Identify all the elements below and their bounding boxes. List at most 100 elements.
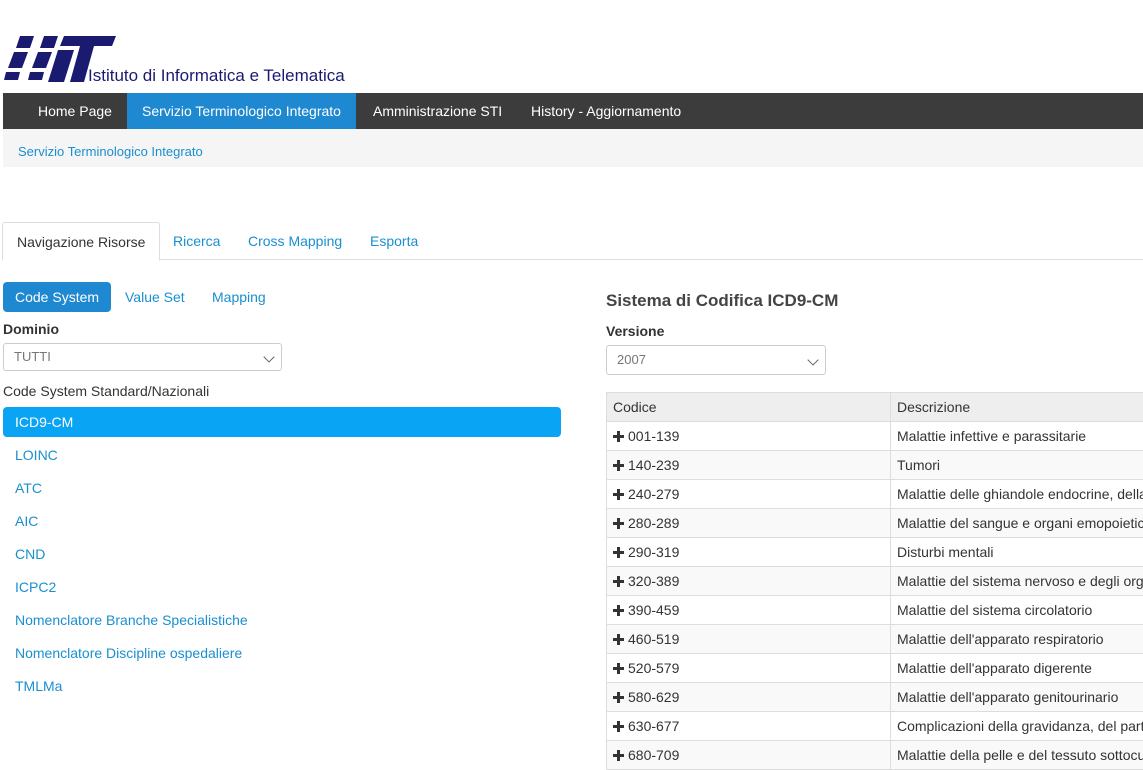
- versione-label: Versione: [606, 323, 664, 339]
- code-text: 580-629: [628, 689, 679, 705]
- table-row[interactable]: 520-579 Malattie dell'apparato digerente: [607, 654, 1143, 683]
- description-cell: Malattie del sangue e organi emopoietici: [891, 509, 1143, 538]
- code-text: 140-239: [628, 457, 679, 473]
- cs-item-atc[interactable]: ATC: [3, 473, 561, 503]
- code-cell[interactable]: 240-279: [607, 480, 891, 509]
- chevron-down-icon: [807, 354, 818, 365]
- top-navbar: Home Page Servizio Terminologico Integra…: [3, 93, 1143, 129]
- description-cell: Malattie infettive e parassitarie: [891, 422, 1143, 451]
- table-row[interactable]: 001-139 Malattie infettive e parassitarie: [607, 422, 1143, 451]
- code-cell[interactable]: 460-519: [607, 625, 891, 654]
- tab-divider: [3, 259, 1143, 260]
- table-header-row: Codice Descrizione: [607, 393, 1143, 422]
- nav-home-page[interactable]: Home Page: [23, 93, 127, 129]
- dominio-select-value: TUTTI: [14, 349, 51, 364]
- code-cell[interactable]: 520-579: [607, 654, 891, 683]
- cs-item-aic[interactable]: AIC: [3, 506, 561, 536]
- code-text: 680-709: [628, 747, 679, 763]
- expand-plus-icon[interactable]: [613, 605, 624, 616]
- table-row[interactable]: 280-289 Malattie del sangue e organi emop…: [607, 509, 1143, 538]
- code-system-title: Sistema di Codifica ICD9-CM: [606, 291, 838, 311]
- tab-navigazione-risorse[interactable]: Navigazione Risorse: [2, 222, 160, 261]
- expand-plus-icon[interactable]: [613, 750, 624, 761]
- description-cell: Malattie delle ghiandole endocrine, dell…: [891, 480, 1143, 509]
- code-cell[interactable]: 320-389: [607, 567, 891, 596]
- description-cell: Malattie della pelle e del tessuto sotto…: [891, 741, 1143, 770]
- table-row[interactable]: 630-677 Complicazioni della gravidanza, d…: [607, 712, 1143, 741]
- cs-item-nomenclatore-discipline[interactable]: Nomenclatore Discipline ospedaliere: [3, 638, 561, 668]
- code-text: 290-319: [628, 544, 679, 560]
- code-cell[interactable]: 390-459: [607, 596, 891, 625]
- column-header-descrizione: Descrizione: [891, 393, 1143, 422]
- description-cell: Malattie del sistema nervoso e degli org…: [891, 567, 1143, 596]
- breadcrumb[interactable]: Servizio Terminologico Integrato: [18, 144, 203, 159]
- code-cell[interactable]: 290-319: [607, 538, 891, 567]
- code-text: 280-289: [628, 515, 679, 531]
- table-row[interactable]: 140-239 Tumori: [607, 451, 1143, 480]
- code-cell[interactable]: 680-709: [607, 741, 891, 770]
- description-cell: Disturbi mentali: [891, 538, 1143, 567]
- concepts-table: Codice Descrizione 001-139 Malattie infet…: [606, 392, 1143, 770]
- expand-plus-icon[interactable]: [613, 634, 624, 645]
- description-cell: Tumori: [891, 451, 1143, 480]
- versione-select[interactable]: 2007: [606, 345, 826, 375]
- code-text: 390-459: [628, 602, 679, 618]
- code-cell[interactable]: 001-139: [607, 422, 891, 451]
- code-cell[interactable]: 630-677: [607, 712, 891, 741]
- code-text: 460-519: [628, 631, 679, 647]
- pill-mapping[interactable]: Mapping: [200, 282, 278, 312]
- expand-plus-icon[interactable]: [613, 518, 624, 529]
- nav-amministrazione-sti[interactable]: Amministrazione STI: [358, 93, 517, 129]
- expand-plus-icon[interactable]: [613, 460, 624, 471]
- table-row[interactable]: 240-279 Malattie delle ghiandole endocrin…: [607, 480, 1143, 509]
- code-cell[interactable]: 580-629: [607, 683, 891, 712]
- code-text: 520-579: [628, 660, 679, 676]
- tab-esporta[interactable]: Esporta: [356, 222, 432, 259]
- table-row[interactable]: 320-389 Malattie del sistema nervoso e de…: [607, 567, 1143, 596]
- cs-item-cnd[interactable]: CND: [3, 539, 561, 569]
- code-system-section-label: Code System Standard/Nazionali: [3, 383, 209, 399]
- breadcrumb-bar: Servizio Terminologico Integrato: [3, 129, 1143, 167]
- chevron-down-icon: [263, 351, 274, 362]
- tab-cross-mapping[interactable]: Cross Mapping: [234, 222, 356, 259]
- code-text: 630-677: [628, 718, 679, 734]
- table-row[interactable]: 290-319 Disturbi mentali: [607, 538, 1143, 567]
- versione-select-value: 2007: [617, 352, 646, 367]
- code-cell[interactable]: 140-239: [607, 451, 891, 480]
- expand-plus-icon[interactable]: [613, 692, 624, 703]
- expand-plus-icon[interactable]: [613, 663, 624, 674]
- expand-plus-icon[interactable]: [613, 547, 624, 558]
- expand-plus-icon[interactable]: [613, 489, 624, 500]
- dominio-label: Dominio: [3, 321, 59, 337]
- pill-value-set[interactable]: Value Set: [113, 282, 197, 312]
- column-header-codice: Codice: [607, 393, 891, 422]
- pill-code-system[interactable]: Code System: [3, 282, 111, 312]
- nav-servizio-terminologico[interactable]: Servizio Terminologico Integrato: [127, 93, 356, 129]
- table-row[interactable]: 680-709 Malattie della pelle e del tessut…: [607, 741, 1143, 770]
- nav-history-aggiornamento[interactable]: History - Aggiornamento: [516, 93, 696, 129]
- cs-item-loinc[interactable]: LOINC: [3, 440, 561, 470]
- description-cell: Malattie dell'apparato genitourinario: [891, 683, 1143, 712]
- institute-name: Istituto di Informatica e Telematica: [88, 66, 345, 86]
- table-row[interactable]: 580-629 Malattie dell'apparato genitourin…: [607, 683, 1143, 712]
- code-text: 001-139: [628, 428, 679, 444]
- code-text: 240-279: [628, 486, 679, 502]
- cs-item-icd9-cm[interactable]: ICD9-CM: [3, 407, 561, 437]
- expand-plus-icon[interactable]: [613, 576, 624, 587]
- description-cell: Malattie dell'apparato digerente: [891, 654, 1143, 683]
- table-row[interactable]: 390-459 Malattie del sistema circolatorio: [607, 596, 1143, 625]
- tab-ricerca[interactable]: Ricerca: [159, 222, 234, 259]
- dominio-select[interactable]: TUTTI: [3, 343, 282, 371]
- cs-item-nomenclatore-branche[interactable]: Nomenclatore Branche Specialistiche: [3, 605, 561, 635]
- table-body: 001-139 Malattie infettive e parassitarie…: [607, 422, 1143, 770]
- expand-plus-icon[interactable]: [613, 721, 624, 732]
- code-cell[interactable]: 280-289: [607, 509, 891, 538]
- expand-plus-icon[interactable]: [613, 431, 624, 442]
- cs-item-tmlma[interactable]: TMLMa: [3, 671, 561, 701]
- description-cell: Malattie dell'apparato respiratorio: [891, 625, 1143, 654]
- cs-item-icpc2[interactable]: ICPC2: [3, 572, 561, 602]
- description-cell: Malattie del sistema circolatorio: [891, 596, 1143, 625]
- table-row[interactable]: 460-519 Malattie dell'apparato respirator…: [607, 625, 1143, 654]
- description-cell: Complicazioni della gravidanza, del part…: [891, 712, 1143, 741]
- code-text: 320-389: [628, 573, 679, 589]
